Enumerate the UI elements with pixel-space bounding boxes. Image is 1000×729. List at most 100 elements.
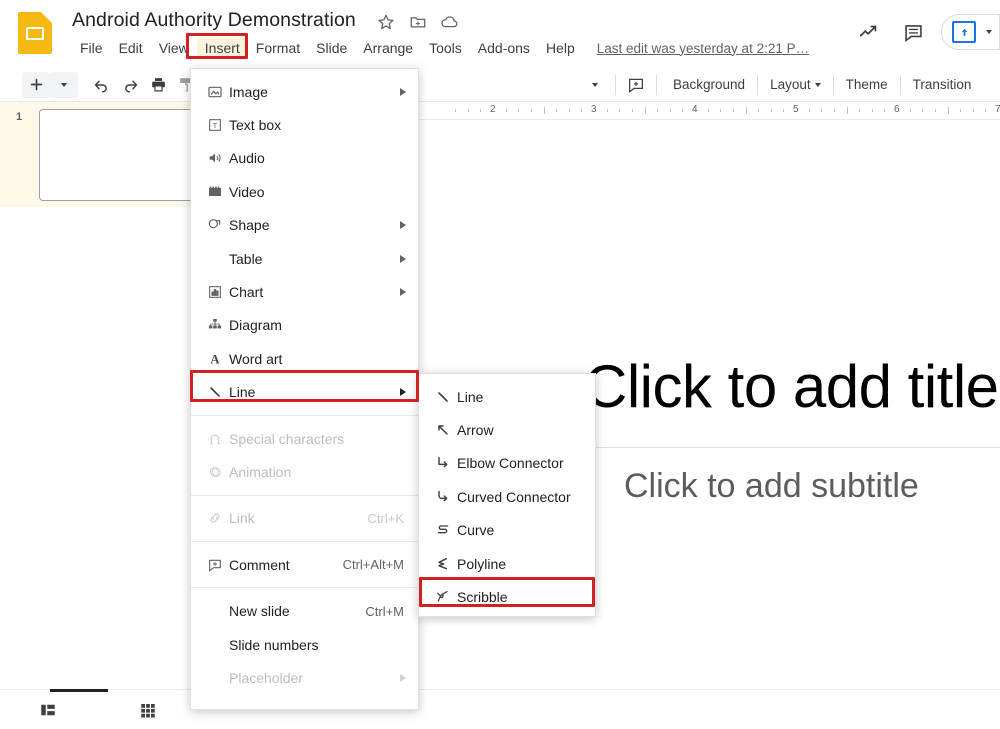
title-placeholder[interactable]: Click to add title: [584, 352, 999, 421]
insert-item-chart[interactable]: Chart: [191, 275, 418, 308]
theme-button[interactable]: Theme: [836, 73, 898, 96]
present-button[interactable]: [941, 14, 1000, 50]
menu-arrange[interactable]: Arrange: [355, 38, 421, 58]
insert-item-label: Video: [229, 183, 265, 200]
svg-text:A: A: [210, 352, 220, 366]
cloud-saved-icon[interactable]: [440, 12, 459, 31]
menu-addons[interactable]: Add-ons: [470, 38, 538, 58]
text-box-icon: T: [201, 117, 229, 133]
insert-item-label: Chart: [229, 284, 264, 301]
subtitle-placeholder[interactable]: Click to add subtitle: [624, 467, 919, 506]
curved-connector-icon: [429, 489, 457, 505]
menu-help[interactable]: Help: [538, 38, 583, 58]
insert-item-line[interactable]: Line: [191, 376, 418, 409]
print-icon[interactable]: [144, 72, 172, 98]
insert-item-special-characters[interactable]: Special characters: [191, 422, 418, 455]
ruler-tick-6: 6: [894, 104, 900, 115]
menu-edit[interactable]: Edit: [111, 38, 151, 58]
insert-item-video[interactable]: Video: [191, 175, 418, 208]
line-submenu-item-elbow-connector[interactable]: Elbow Connector: [419, 447, 595, 480]
insert-item-label: New slide: [229, 603, 290, 620]
present-dropdown-icon[interactable]: [986, 30, 992, 34]
chevron-right-icon: [400, 288, 406, 297]
google-slides-window: Android Authority Demonstration File Edi…: [0, 0, 1000, 729]
zoom-dropdown-icon[interactable]: [581, 72, 609, 98]
grid-view-icon[interactable]: [126, 690, 170, 729]
chevron-right-icon: [400, 254, 406, 263]
diagram-icon: [201, 317, 229, 333]
insert-item-text-box[interactable]: T Text box: [191, 108, 418, 141]
insert-item-word-art[interactable]: A Word art: [191, 342, 418, 375]
insert-item-shape[interactable]: Shape: [191, 209, 418, 242]
document-title[interactable]: Android Authority Demonstration: [72, 9, 356, 32]
activity-dashboard-icon[interactable]: [847, 12, 891, 52]
insert-item-table[interactable]: Table: [191, 242, 418, 275]
menu-slide[interactable]: Slide: [308, 38, 355, 58]
app-header: Android Authority Demonstration File Edi…: [0, 0, 1000, 68]
move-to-folder-icon[interactable]: [408, 12, 427, 31]
line-submenu-item-arrow[interactable]: Arrow: [419, 413, 595, 446]
new-slide-dropdown-icon[interactable]: [50, 71, 78, 98]
comment-history-icon[interactable]: [891, 12, 935, 52]
insert-item-label: Line: [229, 384, 256, 401]
scribble-tool-icon: [429, 589, 457, 605]
menu-format[interactable]: Format: [248, 38, 308, 58]
line-submenu: Line Arrow Elbow Connector Curved Connec…: [418, 373, 596, 617]
insert-item-image[interactable]: Image: [191, 75, 418, 108]
line-submenu-label: Scribble: [457, 589, 508, 606]
insert-item-label: Link: [229, 510, 255, 527]
line-submenu-item-line[interactable]: Line: [419, 380, 595, 413]
main-toolbar: Background Layout Theme Transition: [0, 68, 1000, 102]
line-submenu-label: Line: [457, 388, 484, 405]
line-icon: [201, 384, 229, 400]
chevron-right-icon: [400, 673, 406, 682]
insert-item-link[interactable]: Link Ctrl+K: [191, 502, 418, 535]
last-edit-link[interactable]: Last edit was yesterday at 2:21 P…: [597, 41, 809, 56]
canvas-divider: [572, 447, 1000, 448]
add-comment-icon[interactable]: [622, 72, 650, 98]
ruler-tick-3: 3: [591, 104, 597, 115]
word-art-icon: A: [201, 351, 229, 367]
menu-divider: [191, 541, 418, 543]
image-icon: [201, 84, 229, 100]
comment-icon: [201, 557, 229, 573]
insert-item-diagram[interactable]: Diagram: [191, 309, 418, 342]
redo-icon[interactable]: [116, 72, 144, 98]
bottom-status-bar: [0, 688, 1000, 729]
new-slide-icon[interactable]: [22, 71, 50, 98]
google-slides-logo[interactable]: [18, 12, 52, 54]
line-submenu-item-curved-connector[interactable]: Curved Connector: [419, 480, 595, 513]
insert-dropdown-menu: Image T Text box Audio Video Shape Table: [190, 68, 419, 710]
menu-file[interactable]: File: [72, 38, 111, 58]
line-submenu-item-polyline[interactable]: Polyline: [419, 547, 595, 580]
background-button[interactable]: Background: [663, 73, 755, 96]
insert-item-label: Diagram: [229, 317, 282, 334]
ruler-tick-5: 5: [793, 104, 799, 115]
insert-item-placeholder[interactable]: Placeholder: [191, 661, 418, 694]
layout-button[interactable]: Layout: [760, 73, 831, 96]
transition-button[interactable]: Transition: [903, 73, 982, 96]
insert-item-shortcut: Ctrl+K: [367, 510, 404, 526]
video-icon: [201, 184, 229, 200]
insert-item-audio[interactable]: Audio: [191, 142, 418, 175]
insert-item-slide-numbers[interactable]: Slide numbers: [191, 628, 418, 661]
audio-icon: [201, 150, 229, 166]
line-submenu-item-scribble[interactable]: Scribble: [419, 580, 595, 613]
chart-icon: [201, 284, 229, 300]
insert-item-comment[interactable]: Comment Ctrl+Alt+M: [191, 548, 418, 581]
insert-item-label: Word art: [229, 350, 283, 367]
menu-tools[interactable]: Tools: [421, 38, 470, 58]
star-icon[interactable]: [376, 12, 395, 31]
line-submenu-item-curve[interactable]: Curve: [419, 514, 595, 547]
slide-number-label: 1: [16, 111, 23, 123]
menu-insert[interactable]: Insert: [196, 38, 248, 58]
line-tool-icon: [429, 389, 457, 405]
insert-item-new-slide[interactable]: New slide Ctrl+M: [191, 594, 418, 627]
chevron-right-icon: [400, 221, 406, 230]
ruler-tick-7: 7: [995, 104, 1000, 115]
insert-item-animation[interactable]: Animation: [191, 455, 418, 488]
undo-icon[interactable]: [88, 72, 116, 98]
filmstrip-view-icon[interactable]: [26, 688, 108, 729]
menu-divider: [191, 414, 418, 416]
menu-view[interactable]: View: [151, 38, 197, 58]
